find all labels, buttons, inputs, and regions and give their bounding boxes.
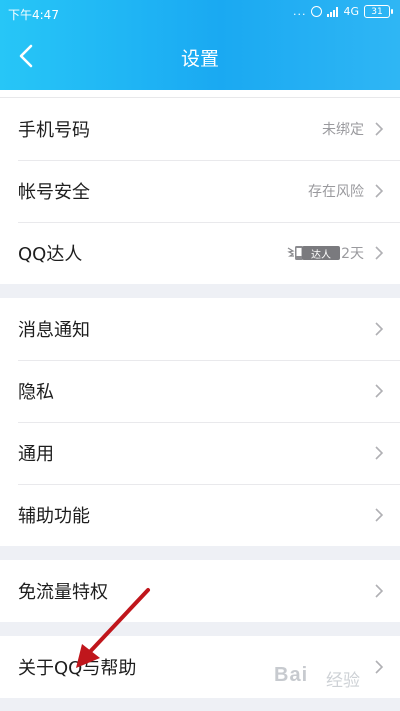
settings-item-account-security[interactable]: 帐号安全 存在风险 — [0, 160, 400, 222]
chevron-right-icon — [375, 584, 384, 598]
signal-icon — [327, 6, 339, 17]
settings-item-qq-daren[interactable]: QQ达人 达人 2天 — [0, 222, 400, 284]
alarm-icon — [311, 6, 323, 17]
group-separator — [0, 546, 400, 560]
settings-group-data: 免流量特权 — [0, 560, 400, 622]
settings-group-account: 手机号码 未绑定 帐号安全 存在风险 QQ达人 达人 2天 — [0, 98, 400, 284]
settings-group-about: 关于QQ与帮助 — [0, 636, 400, 698]
settings-item-label: 消息通知 — [18, 320, 90, 341]
network-label: 4G — [343, 5, 359, 18]
settings-item-value: 2天 — [341, 246, 364, 262]
daren-badge-label: 达人 — [302, 246, 340, 261]
chevron-right-icon — [375, 246, 384, 260]
header: 下午4:47 ... 4G 31 设置 — [0, 0, 400, 90]
settings-item-notifications[interactable]: 消息通知 — [0, 298, 400, 360]
settings-item-label: 通用 — [18, 444, 54, 465]
status-time: 下午4:47 — [8, 8, 59, 22]
settings-item-free-data[interactable]: 免流量特权 — [0, 560, 400, 622]
chevron-right-icon — [375, 446, 384, 460]
notification-dots-icon: ... — [292, 5, 307, 18]
group-separator — [0, 622, 400, 636]
group-separator — [0, 284, 400, 298]
settings-item-phone[interactable]: 手机号码 未绑定 — [0, 98, 400, 160]
settings-item-label: 关于QQ与帮助 — [18, 658, 137, 679]
chevron-right-icon — [375, 660, 384, 674]
chevron-right-icon — [375, 508, 384, 522]
page-title: 设置 — [180, 48, 219, 70]
settings-item-general[interactable]: 通用 — [0, 422, 400, 484]
nav-bar: 设置 — [0, 28, 400, 86]
profile-row-edge — [0, 90, 400, 98]
settings-item-label: 免流量特权 — [18, 582, 108, 603]
settings-item-label: QQ达人 — [18, 244, 83, 265]
settings-item-privacy[interactable]: 隐私 — [0, 360, 400, 422]
battery-level: 31 — [371, 6, 383, 17]
chevron-right-icon — [375, 384, 384, 398]
daren-badge: 达人 — [286, 242, 342, 264]
settings-item-value: 未绑定 — [322, 122, 364, 138]
status-bar: 下午4:47 ... 4G 31 — [0, 0, 400, 28]
chevron-right-icon — [375, 184, 384, 198]
status-icons: ... 4G 31 — [292, 5, 393, 18]
settings-item-label: 手机号码 — [18, 120, 90, 141]
chevron-right-icon — [375, 122, 384, 136]
battery-icon: 31 — [364, 5, 393, 18]
settings-item-label: 隐私 — [18, 382, 54, 403]
settings-item-accessibility[interactable]: 辅助功能 — [0, 484, 400, 546]
settings-item-label: 辅助功能 — [18, 506, 90, 527]
settings-list: 手机号码 未绑定 帐号安全 存在风险 QQ达人 达人 2天 消息通知 隐私 通用… — [0, 90, 400, 698]
settings-item-about-help[interactable]: 关于QQ与帮助 — [0, 636, 400, 698]
settings-item-value: 存在风险 — [308, 184, 364, 200]
settings-item-label: 帐号安全 — [18, 182, 90, 203]
settings-group-general: 消息通知 隐私 通用 辅助功能 — [0, 298, 400, 546]
chevron-right-icon — [375, 322, 384, 336]
